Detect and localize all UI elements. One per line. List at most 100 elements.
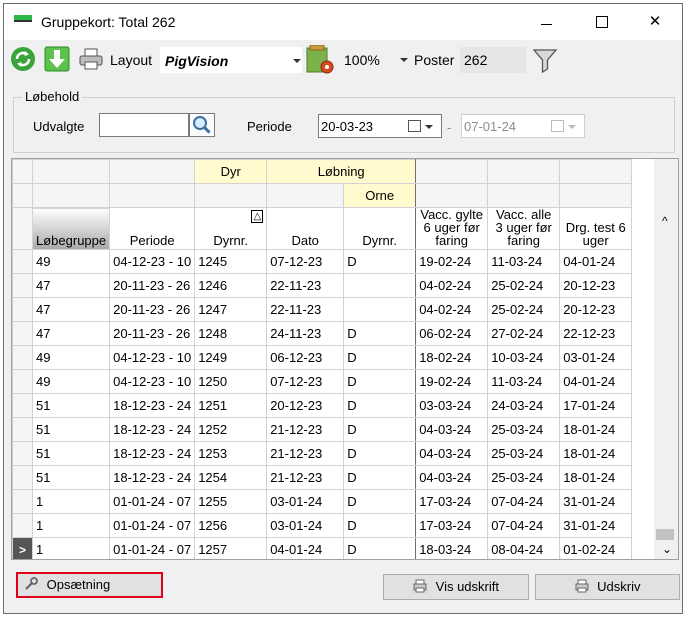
row-header[interactable] xyxy=(12,441,33,466)
cell-dyrnr[interactable]: 1251 xyxy=(194,393,268,418)
cell-vacc-gylte[interactable]: 04-03-24 xyxy=(415,417,489,442)
cell-vacc-alle[interactable]: 25-03-24 xyxy=(487,417,561,442)
row-header[interactable] xyxy=(12,417,33,442)
current-row-marker[interactable]: > xyxy=(12,537,33,559)
cell-vacc-gylte[interactable]: 17-03-24 xyxy=(415,489,489,514)
cell-dyrnr[interactable]: 1255 xyxy=(194,489,268,514)
minimize-button[interactable] xyxy=(524,4,570,40)
cell-vacc-gylte[interactable]: 04-03-24 xyxy=(415,465,489,490)
cell-periode[interactable]: 18-12-23 - 24 xyxy=(109,465,196,490)
cell-vacc-alle[interactable]: 27-02-24 xyxy=(487,321,561,346)
cell-drg-test[interactable]: 18-01-24 xyxy=(559,417,633,442)
table-row[interactable]: 51 18-12-23 - 24 1254 21-12-23 D 04-03-2… xyxy=(12,465,633,490)
print-icon[interactable] xyxy=(78,46,104,72)
scroll-up-button[interactable]: ^ xyxy=(662,214,668,228)
cell-dyrnr[interactable]: 1246 xyxy=(194,273,268,298)
table-row[interactable]: 49 04-12-23 - 10 1249 06-12-23 D 18-02-2… xyxy=(12,345,633,370)
cell-lobegruppe[interactable]: 1 xyxy=(31,537,111,559)
column-header-drg-test[interactable]: Drg. test 6 uger xyxy=(559,207,633,250)
cell-vacc-alle[interactable]: 11-03-24 xyxy=(487,369,561,394)
cell-vacc-gylte[interactable]: 03-03-24 xyxy=(415,393,489,418)
cell-orne-dyrnr[interactable]: D xyxy=(343,345,417,370)
cell-periode[interactable]: 04-12-23 - 10 xyxy=(109,345,196,370)
table-row[interactable]: 47 20-11-23 - 26 1247 22-11-23 04-02-24 … xyxy=(12,297,633,322)
cell-dato[interactable]: 04-01-24 xyxy=(266,537,345,559)
cell-periode[interactable]: 20-11-23 - 26 xyxy=(109,321,196,346)
cell-lobegruppe[interactable]: 51 xyxy=(31,393,111,418)
table-row[interactable]: 51 18-12-23 - 24 1253 21-12-23 D 04-03-2… xyxy=(12,441,633,466)
cell-drg-test[interactable]: 20-12-23 xyxy=(559,273,633,298)
cell-lobegruppe[interactable]: 51 xyxy=(31,465,111,490)
table-row[interactable]: 1 01-01-24 - 07 1255 03-01-24 D 17-03-24… xyxy=(12,489,633,514)
cell-dyrnr[interactable]: 1254 xyxy=(194,465,268,490)
cell-orne-dyrnr[interactable]: D xyxy=(343,489,417,514)
search-button[interactable] xyxy=(189,113,215,137)
periode-from-picker[interactable]: 20-03-23 xyxy=(318,114,442,138)
cell-orne-dyrnr[interactable]: D xyxy=(343,369,417,394)
cell-dato[interactable]: 03-01-24 xyxy=(266,489,345,514)
table-row[interactable]: 51 18-12-23 - 24 1251 20-12-23 D 03-03-2… xyxy=(12,393,633,418)
column-header-periode[interactable]: Periode xyxy=(109,207,196,250)
row-header[interactable] xyxy=(12,513,33,538)
cell-periode[interactable]: 20-11-23 - 26 xyxy=(109,297,196,322)
table-row[interactable]: 49 04-12-23 - 10 1245 07-12-23 D 19-02-2… xyxy=(12,249,633,274)
cell-vacc-alle[interactable]: 07-04-24 xyxy=(487,489,561,514)
cell-drg-test[interactable]: 01-02-24 xyxy=(559,537,633,559)
cell-lobegruppe[interactable]: 51 xyxy=(31,441,111,466)
udvalgte-input[interactable] xyxy=(99,113,189,137)
cell-dato[interactable]: 21-12-23 xyxy=(266,465,345,490)
cell-lobegruppe[interactable]: 1 xyxy=(31,489,111,514)
column-header-lobegruppe[interactable]: Løbegruppe xyxy=(31,207,111,250)
cell-vacc-alle[interactable]: 25-02-24 xyxy=(487,273,561,298)
udskriv-button[interactable]: Udskriv xyxy=(535,574,680,600)
close-button[interactable]: ✕ xyxy=(632,4,678,40)
row-header[interactable] xyxy=(12,297,33,322)
cell-drg-test[interactable]: 04-01-24 xyxy=(559,249,633,274)
cell-periode[interactable]: 04-12-23 - 10 xyxy=(109,369,196,394)
column-header-dyrnr[interactable]: Dyrnr. △ xyxy=(194,207,268,250)
table-row[interactable]: 1 01-01-24 - 07 1256 03-01-24 D 17-03-24… xyxy=(12,513,633,538)
cell-orne-dyrnr[interactable]: D xyxy=(343,321,417,346)
cell-vacc-gylte[interactable]: 04-02-24 xyxy=(415,297,489,322)
cell-vacc-gylte[interactable]: 17-03-24 xyxy=(415,513,489,538)
table-row-current[interactable]: > 1 01-01-24 - 07 1257 04-01-24 D 18-03-… xyxy=(12,537,633,559)
cell-vacc-gylte[interactable]: 18-02-24 xyxy=(415,345,489,370)
opsaetning-button[interactable]: Opsætning xyxy=(16,572,163,598)
filter-icon[interactable] xyxy=(532,47,558,73)
cell-lobegruppe[interactable]: 49 xyxy=(31,249,111,274)
row-header[interactable] xyxy=(12,321,33,346)
cell-periode[interactable]: 18-12-23 - 24 xyxy=(109,441,196,466)
cell-periode[interactable]: 04-12-23 - 10 xyxy=(109,249,196,274)
cell-vacc-alle[interactable]: 25-02-24 xyxy=(487,297,561,322)
cell-dyrnr[interactable]: 1253 xyxy=(194,441,268,466)
cell-orne-dyrnr[interactable] xyxy=(343,297,417,322)
cell-drg-test[interactable]: 17-01-24 xyxy=(559,393,633,418)
cell-orne-dyrnr[interactable]: D xyxy=(343,417,417,442)
calendar-icon[interactable] xyxy=(408,120,421,132)
cell-dyrnr[interactable]: 1245 xyxy=(194,249,268,274)
column-header-orne-dyrnr[interactable]: Dyrnr. xyxy=(343,207,417,250)
cell-orne-dyrnr[interactable]: D xyxy=(343,537,417,559)
cell-vacc-gylte[interactable]: 19-02-24 xyxy=(415,369,489,394)
cell-dato[interactable]: 06-12-23 xyxy=(266,345,345,370)
cell-dyrnr[interactable]: 1257 xyxy=(194,537,268,559)
cell-vacc-alle[interactable]: 11-03-24 xyxy=(487,249,561,274)
cell-periode[interactable]: 01-01-24 - 07 xyxy=(109,537,196,559)
cell-lobegruppe[interactable]: 51 xyxy=(31,417,111,442)
vertical-scrollbar[interactable]: ^ ⌄ xyxy=(654,159,678,559)
row-header[interactable] xyxy=(12,489,33,514)
vis-udskrift-button[interactable]: Vis udskrift xyxy=(383,574,529,600)
download-icon[interactable] xyxy=(44,46,70,72)
cell-dato[interactable]: 21-12-23 xyxy=(266,441,345,466)
refresh-icon[interactable] xyxy=(10,46,36,72)
chevron-down-icon[interactable] xyxy=(425,125,433,129)
row-header[interactable] xyxy=(12,369,33,394)
cell-orne-dyrnr[interactable]: D xyxy=(343,513,417,538)
column-header-vacc-alle[interactable]: Vacc. alle 3 uger før faring xyxy=(487,207,561,250)
table-row[interactable]: 47 20-11-23 - 26 1246 22-11-23 04-02-24 … xyxy=(12,273,633,298)
cell-vacc-alle[interactable]: 25-03-24 xyxy=(487,441,561,466)
cell-lobegruppe[interactable]: 47 xyxy=(31,273,111,298)
cell-drg-test[interactable]: 20-12-23 xyxy=(559,297,633,322)
cell-periode[interactable]: 01-01-24 - 07 xyxy=(109,513,196,538)
cell-dyrnr[interactable]: 1249 xyxy=(194,345,268,370)
